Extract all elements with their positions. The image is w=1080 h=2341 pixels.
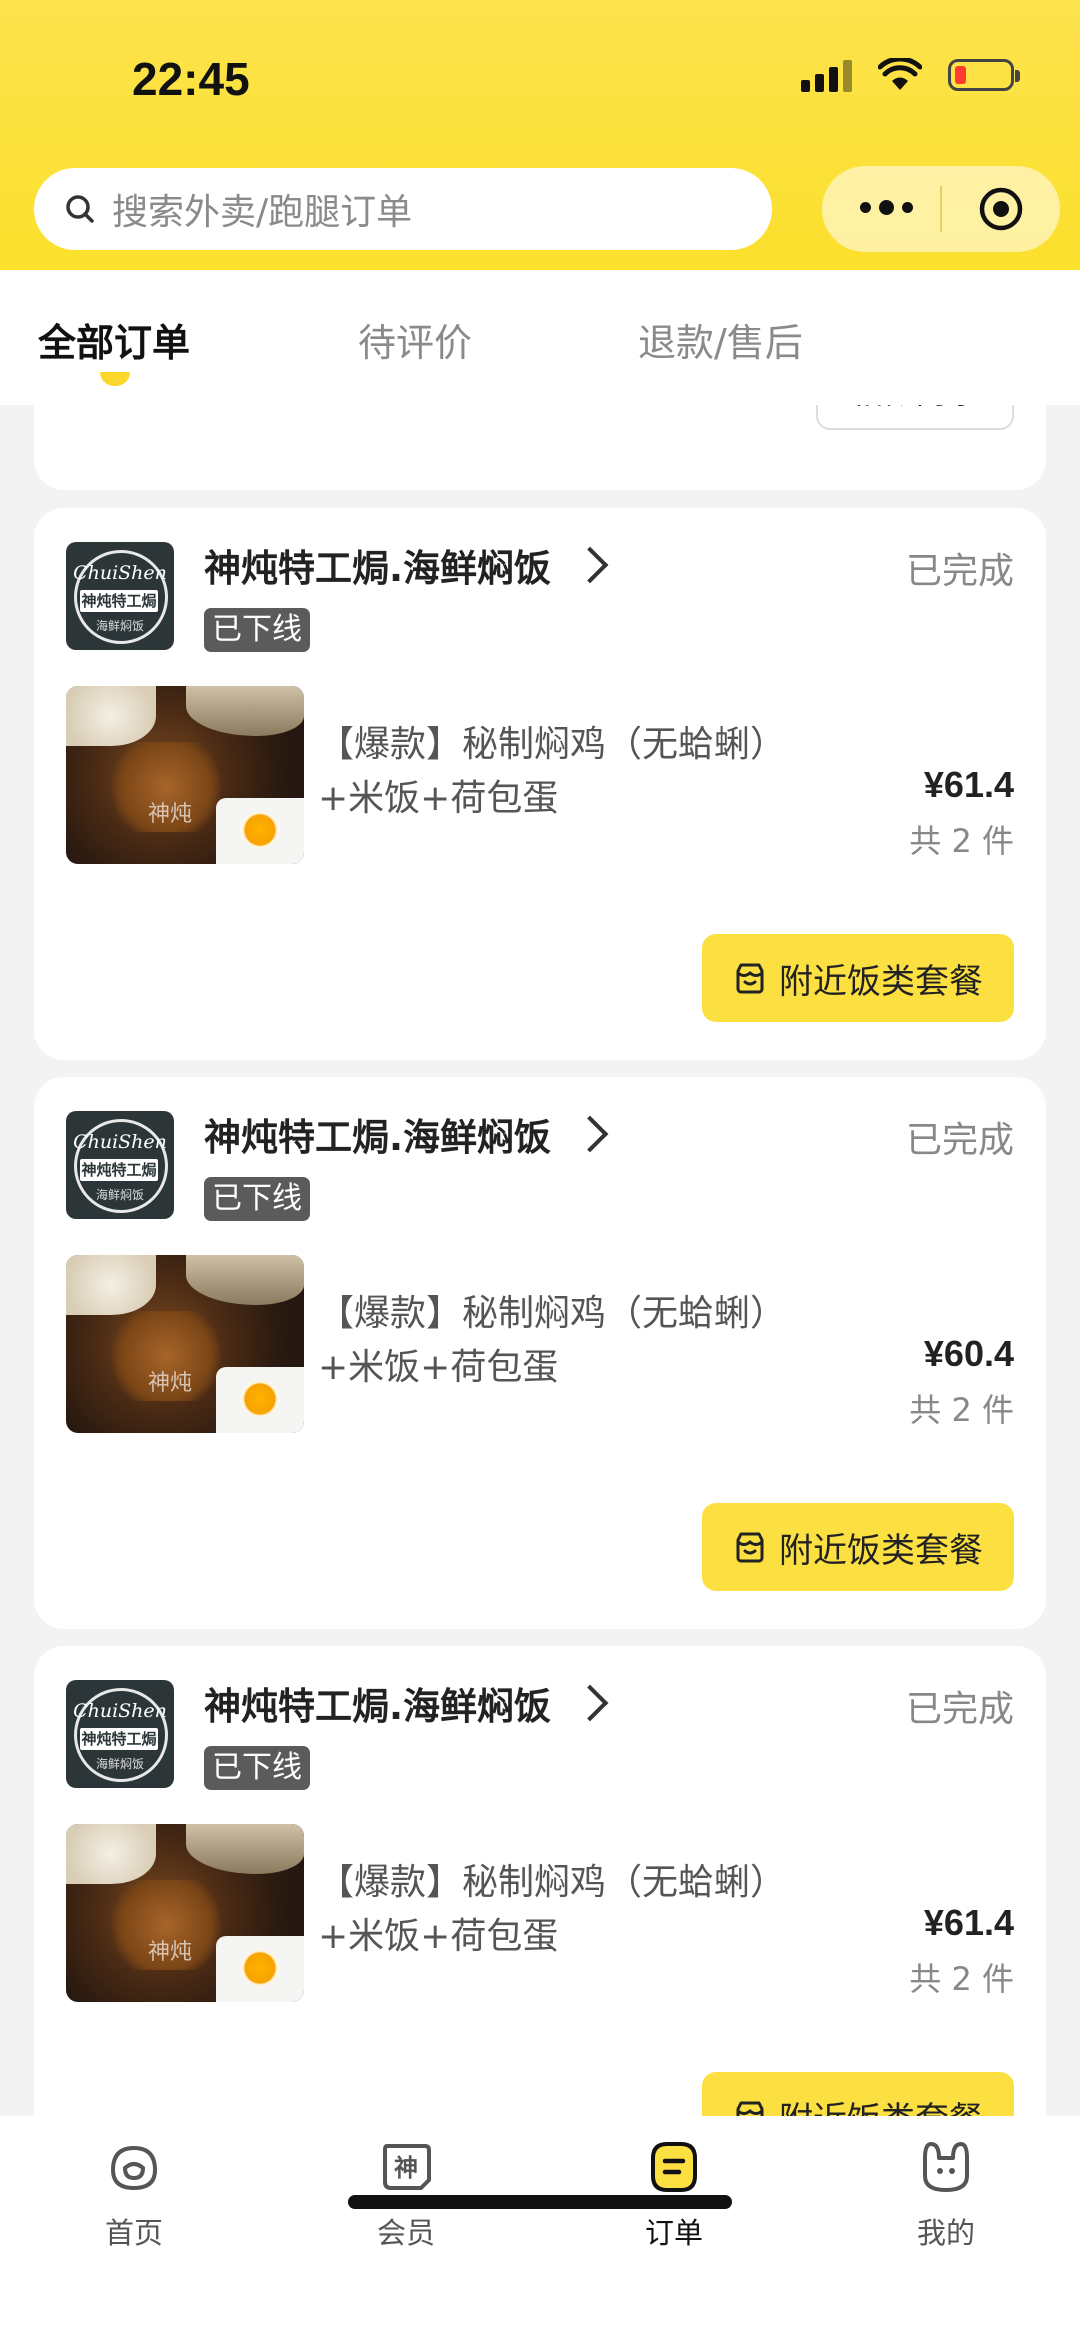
item-count: 共 2 件 bbox=[909, 1960, 1014, 1998]
close-target-icon[interactable] bbox=[978, 186, 1024, 232]
nearby-rice-sets-button[interactable]: 附近饭类套餐 bbox=[702, 1503, 1014, 1591]
order-price: ¥60.4 bbox=[923, 1333, 1014, 1374]
shop-name-link[interactable]: 神炖特工焗.海鲜焖饭 bbox=[204, 538, 609, 592]
shop-name-link[interactable]: 神炖特工焗.海鲜焖饭 bbox=[204, 1676, 609, 1730]
order-status: 已完成 bbox=[905, 551, 1014, 592]
miniprogram-capsule bbox=[822, 166, 1060, 252]
nearby-button-label: 附近饭类套餐 bbox=[779, 1530, 983, 1571]
tab-pending-review[interactable]: 待评价 bbox=[358, 312, 472, 367]
dish-image[interactable]: 神炖 bbox=[66, 1255, 304, 1433]
shop-logo[interactable]: ChuiShen 神炖特工焗 海鲜焖饭 bbox=[66, 1111, 174, 1219]
order-card[interactable]: ChuiShen 神炖特工焗 海鲜焖饭 神炖特工焗.海鲜焖饭 已完成 已下线 神… bbox=[34, 508, 1046, 1060]
more-dots-icon[interactable] bbox=[860, 200, 913, 215]
item-count: 共 2 件 bbox=[909, 822, 1014, 860]
order-price: ¥61.4 bbox=[923, 1902, 1014, 1943]
member-shen-icon: 神 bbox=[383, 2144, 431, 2190]
nearby-rice-sets-button[interactable]: 附近饭类套餐 bbox=[702, 934, 1014, 1022]
order-status: 已完成 bbox=[905, 1689, 1014, 1730]
offline-badge: 已下线 bbox=[204, 608, 310, 652]
home-indicator bbox=[348, 2195, 732, 2209]
order-card[interactable]: ChuiShen 神炖特工焗 海鲜焖饭 神炖特工焗.海鲜焖饭 已完成 已下线 神… bbox=[34, 1077, 1046, 1629]
order-tabs: 全部订单 待评价 退款/售后 bbox=[0, 270, 1080, 405]
bottom-nav: 首页 神 会员 订单 我的 bbox=[0, 2116, 1080, 2341]
order-status: 已完成 bbox=[905, 1120, 1014, 1161]
active-tab-indicator bbox=[100, 372, 130, 386]
capsule-divider bbox=[940, 186, 942, 232]
search-icon bbox=[66, 195, 94, 223]
dish-image[interactable]: 神炖 bbox=[66, 1824, 304, 2002]
status-icons bbox=[801, 58, 1020, 92]
shop-logo[interactable]: ChuiShen 神炖特工焗 海鲜焖饭 bbox=[66, 1680, 174, 1788]
chevron-right-icon bbox=[571, 546, 609, 584]
svg-text:神: 神 bbox=[394, 2154, 418, 2182]
item-count: 共 2 件 bbox=[909, 1391, 1014, 1429]
dish-name: 【爆款】秘制焖鸡（无蛤蜊）+米饭+荷包蛋 bbox=[318, 724, 787, 819]
order-price: ¥61.4 bbox=[923, 764, 1014, 805]
store-icon bbox=[736, 963, 764, 994]
wifi-icon bbox=[878, 58, 922, 90]
chevron-right-icon bbox=[571, 1115, 609, 1153]
shop-name: 神炖特工焗.海鲜焖饭 bbox=[204, 1116, 552, 1159]
shop-logo[interactable]: ChuiShen 神炖特工焗 海鲜焖饭 bbox=[66, 542, 174, 650]
chevron-right-icon bbox=[571, 1684, 609, 1722]
dish-name: 【爆款】秘制焖鸡（无蛤蜊）+米饭+荷包蛋 bbox=[318, 1293, 787, 1388]
tab-refund-aftersale[interactable]: 退款/售后 bbox=[638, 312, 803, 367]
search-bar[interactable]: 搜索外卖/跑腿订单 bbox=[34, 168, 772, 250]
nearby-button-label: 附近饭类套餐 bbox=[779, 961, 983, 1002]
order-list-icon bbox=[651, 2142, 697, 2192]
nav-mine[interactable]: 我的 bbox=[886, 2138, 1006, 2252]
home-face-icon bbox=[110, 2145, 158, 2191]
shop-name: 神炖特工焗.海鲜焖饭 bbox=[204, 1685, 552, 1728]
dish-name: 【爆款】秘制焖鸡（无蛤蜊）+米饭+荷包蛋 bbox=[318, 1862, 787, 1957]
battery-icon bbox=[948, 59, 1020, 91]
offline-badge: 已下线 bbox=[204, 1746, 310, 1790]
profile-rabbit-icon bbox=[923, 2142, 969, 2192]
store-icon bbox=[736, 1532, 764, 1563]
nav-home[interactable]: 首页 bbox=[74, 2138, 194, 2252]
header: 22:45 搜索外卖/跑腿订单 bbox=[0, 0, 1080, 270]
shop-name-link[interactable]: 神炖特工焗.海鲜焖饭 bbox=[204, 1107, 609, 1161]
search-placeholder: 搜索外卖/跑腿订单 bbox=[112, 192, 413, 233]
dish-image[interactable]: 神炖 bbox=[66, 686, 304, 864]
cellular-signal-icon bbox=[801, 58, 852, 92]
tab-all-orders[interactable]: 全部订单 bbox=[38, 312, 190, 367]
shop-name: 神炖特工焗.海鲜焖饭 bbox=[204, 547, 552, 590]
status-time: 22:45 bbox=[132, 53, 250, 105]
offline-badge: 已下线 bbox=[204, 1177, 310, 1221]
